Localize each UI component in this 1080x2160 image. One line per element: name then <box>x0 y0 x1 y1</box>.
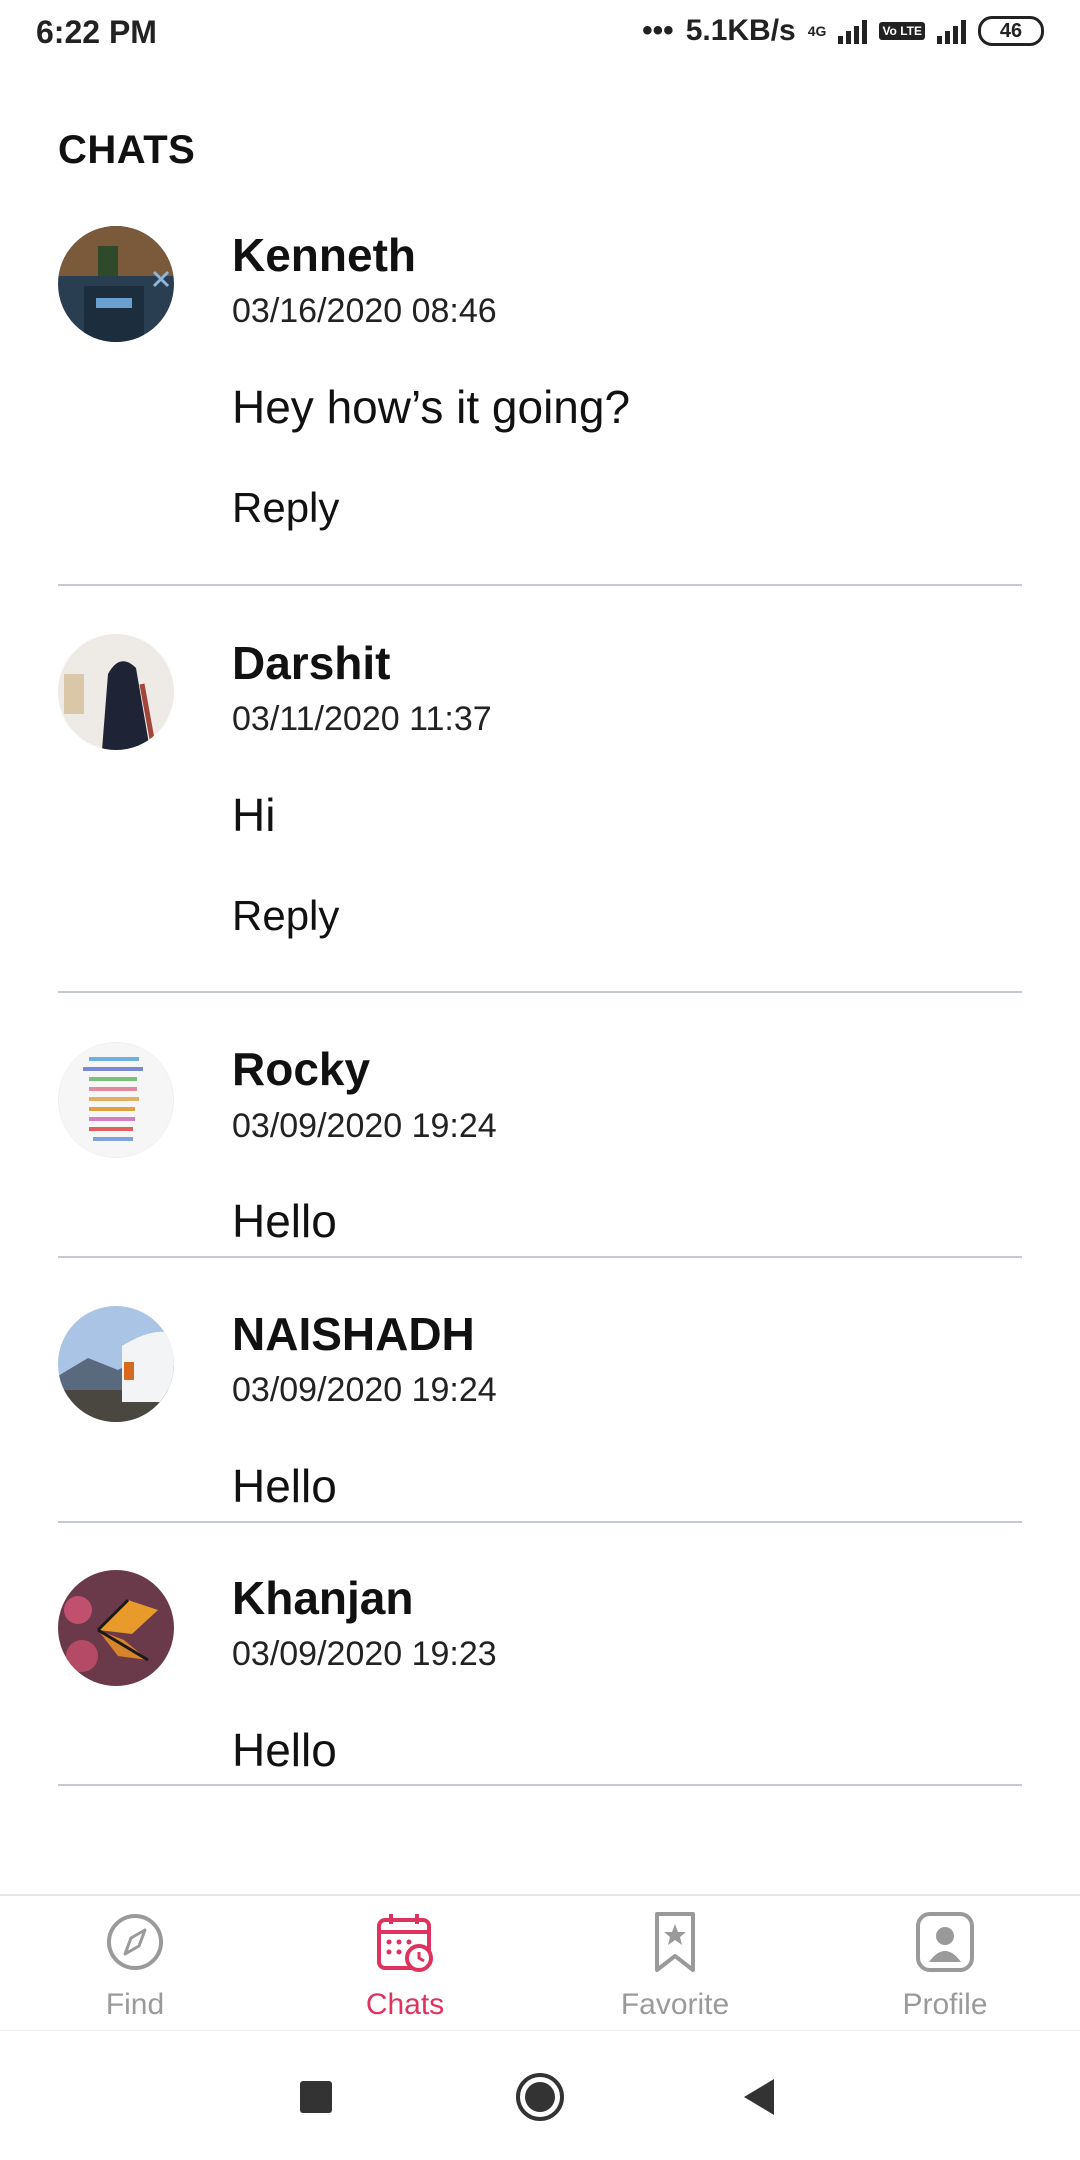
system-nav-bar <box>0 2030 1080 2160</box>
chat-message: Hello <box>232 1195 337 1247</box>
nav-item-favorite[interactable]: Favorite <box>540 1896 810 2032</box>
avatar <box>58 1570 174 1686</box>
chat-name: Rocky <box>232 1043 371 1095</box>
nav-item-chats[interactable]: Chats <box>270 1896 540 2032</box>
chat-timestamp: 03/09/2020 19:24 <box>232 1371 497 1409</box>
chat-timestamp: 03/09/2020 19:24 <box>232 1107 497 1145</box>
recent-apps-button[interactable] <box>286 2067 346 2127</box>
chat-message: Hey how’s it going? <box>232 381 631 433</box>
status-bar: 6:22 PM ••• 5.1KB/s 4G Vo LTE 46 <box>0 0 1080 68</box>
chat-timestamp: 03/11/2020 11:37 <box>232 700 492 738</box>
calendar-clock-icon <box>375 1910 435 1974</box>
chat-message: Hi <box>232 789 276 841</box>
chat-message: Hello <box>232 1724 337 1776</box>
nav-label: Favorite <box>620 1988 730 2021</box>
back-button[interactable] <box>730 2067 790 2127</box>
nav-item-profile[interactable]: Profile <box>810 1896 1080 2032</box>
user-icon <box>915 1910 975 1974</box>
status-time: 6:22 PM <box>36 14 157 50</box>
nav-label: Chats <box>365 1988 445 2021</box>
chat-name: Darshit <box>232 637 391 689</box>
chat-name: NAISHADH <box>232 1308 475 1360</box>
compass-icon <box>105 1910 165 1974</box>
divider <box>58 1521 1022 1523</box>
home-button[interactable] <box>510 2067 570 2127</box>
bottom-nav: Find Chats Favorite Profile <box>0 1894 1080 2030</box>
page-title: CHATS <box>58 128 196 172</box>
chat-timestamp: 03/09/2020 19:23 <box>232 1635 497 1673</box>
nav-label: Profile <box>902 1988 988 2021</box>
status-icons: ••• 5.1KB/s 4G Vo LTE 46 <box>642 14 1044 48</box>
network-speed: 5.1KB/s <box>685 14 796 47</box>
chat-timestamp: 03/16/2020 08:46 <box>232 292 497 330</box>
reply-button[interactable]: Reply <box>232 892 339 940</box>
chat-name: Kenneth <box>232 229 416 281</box>
divider <box>58 1256 1022 1258</box>
chat-message: Hello <box>232 1460 337 1512</box>
divider <box>58 991 1022 993</box>
reply-button[interactable]: Reply <box>232 484 339 532</box>
divider <box>58 1784 1022 1786</box>
network-type: 4G <box>807 23 827 39</box>
nav-item-find[interactable]: Find <box>0 1896 270 2032</box>
avatar <box>58 634 174 750</box>
nav-label: Find <box>105 1988 165 2021</box>
avatar <box>58 226 174 342</box>
signal-icon-2 <box>937 18 966 44</box>
bookmark-star-icon <box>645 1910 705 1974</box>
divider <box>58 584 1022 586</box>
avatar <box>58 1306 174 1422</box>
avatar <box>58 1042 174 1158</box>
signal-icon <box>838 18 868 44</box>
battery-icon: 46 <box>978 16 1044 46</box>
chat-name: Khanjan <box>232 1572 414 1624</box>
volte-icon: Vo LTE <box>879 22 925 40</box>
dots-icon: ••• <box>642 14 674 47</box>
